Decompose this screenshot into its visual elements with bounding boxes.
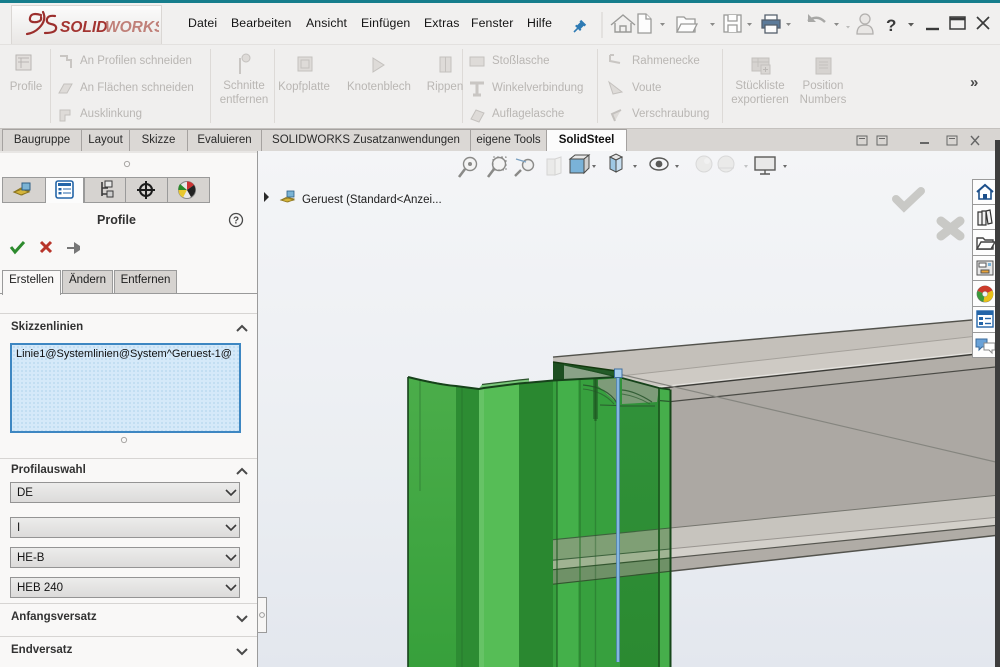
svg-text:SOLID: SOLID (60, 19, 107, 36)
svg-text:Geruest (Standard<Anzei...: Geruest (Standard<Anzei... (302, 194, 442, 206)
svg-text:?: ? (886, 16, 896, 35)
svg-text:?: ? (233, 216, 239, 227)
svg-text:WORKS: WORKS (105, 19, 159, 36)
